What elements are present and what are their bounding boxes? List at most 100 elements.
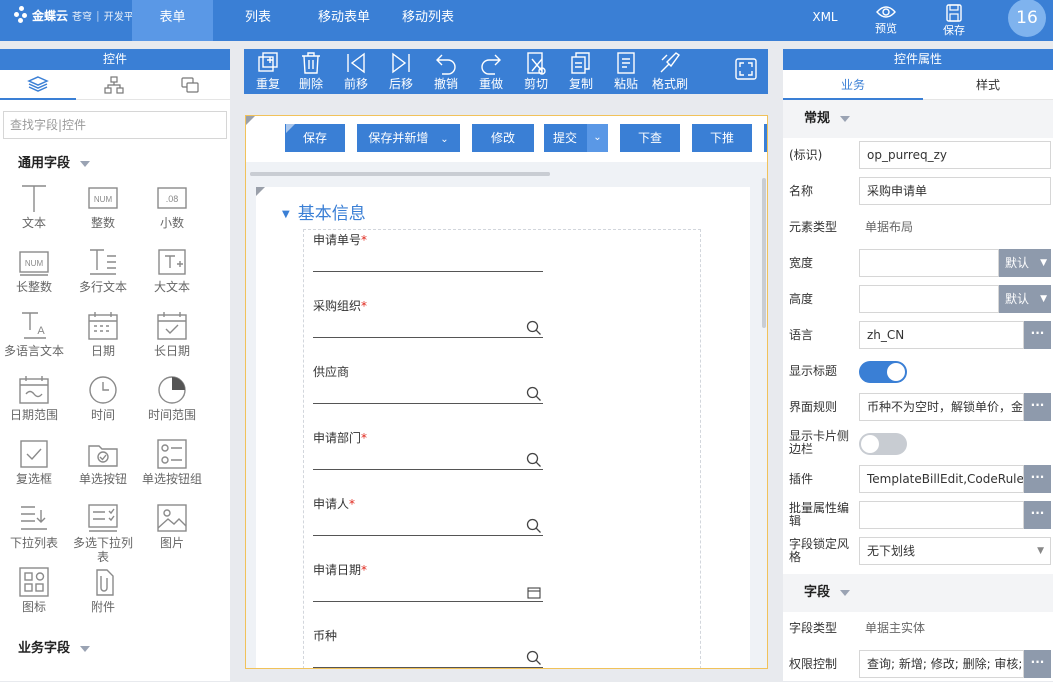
tab-mobile-form[interactable]: 移动表单	[306, 0, 382, 41]
tab-layers[interactable]	[0, 70, 76, 100]
toolbar-redo-button[interactable]: 重做	[471, 49, 511, 91]
search-icon[interactable]	[526, 320, 542, 336]
widget-radio-folder[interactable]: 单选按钮	[68, 438, 138, 500]
chevron-down-icon: ⌄	[587, 124, 608, 152]
move-prev-icon	[347, 52, 365, 74]
prop-plugin-input[interactable]: TemplateBillEdit,CodeRule	[859, 465, 1024, 493]
widget-decimal[interactable]: .08 小数	[137, 182, 207, 244]
tab-style[interactable]: 样式	[923, 70, 1053, 100]
widgets-panel: 控件 查找字段|控件 通用字段 文本 NUM 整数 .08 小数 NUM 长整数 多行文本 大文…	[0, 49, 230, 681]
group-field[interactable]: 字段	[783, 574, 1053, 612]
tab-list[interactable]: 列表	[230, 0, 286, 41]
widget-calendar[interactable]: 日期	[68, 310, 138, 372]
card-sidebar-toggle[interactable]	[859, 433, 907, 455]
widget-num[interactable]: NUM 整数	[68, 182, 138, 244]
canvas-hscroll[interactable]	[250, 172, 550, 176]
widget-multi-dropdown[interactable]: 多选下拉列表	[68, 502, 138, 564]
widget-multiline[interactable]: 多行文本	[68, 246, 138, 308]
prop-ui-rule-input[interactable]: 币种不为空时，解锁单价，金额	[859, 393, 1024, 421]
prop-height-unit-select[interactable]: 默认 ▼	[999, 285, 1051, 313]
toolbar-undo-button[interactable]: 撤销	[426, 49, 466, 91]
prop-field-type: 字段类型 单据主实体	[783, 610, 1053, 646]
tab-form[interactable]: 表单	[132, 0, 213, 41]
form-button-bar: 保存 保存并新增 ⌄ 修改 提交 ⌄ 下查 下推	[246, 116, 767, 176]
btn-down-query[interactable]: 下查	[620, 124, 680, 152]
prop-width-input[interactable]	[859, 249, 999, 277]
prop-field-type-value: 单据主实体	[865, 621, 926, 635]
btn-modify[interactable]: 修改	[472, 124, 534, 152]
widget-long-num[interactable]: NUM 长整数	[0, 246, 69, 308]
form-field[interactable]: 币种	[313, 627, 543, 668]
widget-dropdown[interactable]: 下拉列表	[0, 502, 69, 564]
widget-checkbox[interactable]: 复选框	[0, 438, 69, 500]
prop-language-more-button[interactable]: ···	[1024, 321, 1051, 349]
widget-calendar-check[interactable]: 长日期	[137, 310, 207, 372]
btn-more-clipped[interactable]	[764, 124, 767, 152]
search-icon[interactable]	[526, 650, 542, 666]
preview-label: 预览	[875, 22, 897, 35]
widget-radio-group[interactable]: 单选按钮组	[137, 438, 207, 500]
tab-mobile-list[interactable]: 移动列表	[390, 0, 466, 41]
calendar-icon[interactable]	[527, 586, 541, 599]
search-icon[interactable]	[526, 452, 542, 468]
toolbar-trash-button[interactable]: 删除	[291, 49, 331, 91]
toolbar-move-prev-button[interactable]: 前移	[336, 49, 376, 91]
canvas-vscroll[interactable]	[762, 178, 766, 328]
prop-permission-more-button[interactable]: ···	[1024, 650, 1051, 678]
widget-clock[interactable]: 时间	[68, 374, 138, 436]
toolbar-cut-button[interactable]: 剪切	[516, 49, 556, 91]
prop-width-unit-select[interactable]: 默认 ▼	[999, 249, 1051, 277]
section-header[interactable]: ▼ 基本信息	[282, 199, 366, 224]
xml-button[interactable]: XML	[805, 0, 845, 41]
prop-permission: 权限控制 查询; 新增; 修改; 删除; 审核; ···	[783, 646, 1053, 682]
btn-push-down[interactable]: 下推	[692, 124, 752, 152]
prop-permission-input[interactable]: 查询; 新增; 修改; 删除; 审核;	[859, 650, 1024, 678]
form-field[interactable]: 申请人*	[313, 495, 543, 555]
prop-lock-style-select[interactable]: 无下划线 ▼	[859, 537, 1051, 565]
widget-date-range[interactable]: 日期范围	[0, 374, 69, 436]
user-avatar-badge[interactable]: 16	[1008, 0, 1046, 37]
tab-copy[interactable]	[152, 70, 228, 100]
prop-batch-edit-more-button[interactable]: ···	[1024, 501, 1051, 529]
date-range-icon	[18, 374, 50, 406]
form-field[interactable]: 采购组织*	[313, 297, 543, 357]
prop-id-input[interactable]: op_purreq_zy	[859, 141, 1051, 169]
section-general-fields[interactable]: 通用字段	[18, 152, 91, 171]
widget-search-input[interactable]: 查找字段|控件	[3, 111, 227, 139]
toolbar-copy-button[interactable]: 复制	[561, 49, 601, 91]
search-icon[interactable]	[526, 518, 542, 534]
btn-submit[interactable]: 提交 ⌄	[544, 124, 608, 152]
widget-text[interactable]: 文本	[0, 182, 69, 244]
widget-image[interactable]: 图片	[137, 502, 207, 564]
tab-business[interactable]: 业务	[783, 70, 923, 100]
form-field[interactable]: 申请部门*	[313, 429, 543, 489]
form-field[interactable]: 供应商	[313, 363, 543, 423]
toolbar-move-next-button[interactable]: 后移	[381, 49, 421, 91]
form-field[interactable]: 申请单号*	[313, 231, 543, 291]
prop-ui-rule-more-button[interactable]: ···	[1024, 393, 1051, 421]
toolbar-format-brush-button[interactable]: 格式刷	[650, 49, 690, 91]
search-icon[interactable]	[526, 386, 542, 402]
widget-attachment[interactable]: 附件	[68, 566, 138, 628]
widget-big-text[interactable]: 大文本	[137, 246, 207, 308]
prop-name-input[interactable]: 采购申请单	[859, 177, 1051, 205]
form-field[interactable]: 申请日期*	[313, 561, 543, 621]
toolbar-paste-button[interactable]: 粘贴	[606, 49, 646, 91]
toolbar-duplicate-button[interactable]: 重复	[248, 49, 288, 91]
prop-plugin-more-button[interactable]: ···	[1024, 465, 1051, 493]
btn-save-and-new[interactable]: 保存并新增 ⌄	[357, 124, 460, 152]
prop-batch-edit-input[interactable]	[859, 501, 1024, 529]
save-button[interactable]: 保存	[934, 0, 974, 41]
widget-icon-grid[interactable]: 图标	[0, 566, 69, 628]
widget-time-range[interactable]: 时间范围	[137, 374, 207, 436]
prop-language-input[interactable]: zh_CN	[859, 321, 1024, 349]
prop-height-input[interactable]	[859, 285, 999, 313]
fullscreen-button[interactable]	[734, 57, 758, 84]
widget-multilang[interactable]: A 多语言文本	[0, 310, 69, 372]
group-general[interactable]: 常规	[783, 100, 1053, 138]
section-business-fields[interactable]: 业务字段	[18, 637, 91, 656]
show-title-toggle[interactable]	[859, 361, 907, 383]
long-num-icon: NUM	[18, 246, 50, 278]
preview-button[interactable]: 预览	[866, 0, 906, 41]
tab-tree[interactable]	[76, 70, 152, 100]
